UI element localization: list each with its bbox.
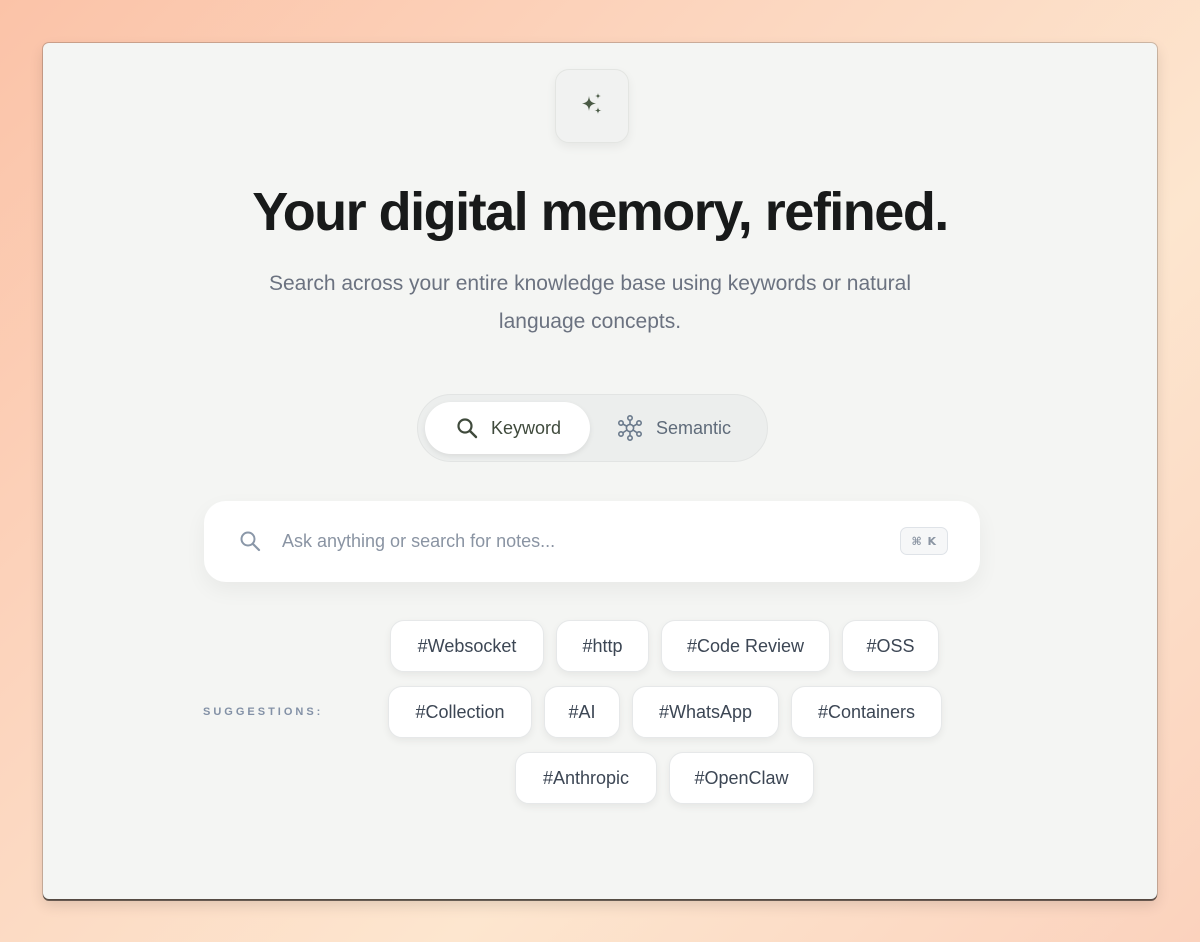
keyword-mode-button[interactable]: Keyword bbox=[425, 402, 590, 454]
suggestion-tag-ai[interactable]: #AI bbox=[544, 686, 620, 738]
page-subtitle: Search across your entire knowledge base… bbox=[268, 272, 911, 333]
semantic-mode-button[interactable]: Semantic bbox=[616, 402, 756, 454]
suggestion-tag-openclaw[interactable]: #OpenClaw bbox=[669, 752, 814, 804]
semantic-mode-label: Semantic bbox=[656, 417, 732, 438]
suggestion-tag-anthropic[interactable]: #Anthropic bbox=[515, 752, 657, 804]
suggestion-tag-code-review[interactable]: #Code Review bbox=[661, 620, 830, 672]
main-card: Your digital memory, refined. Search acr… bbox=[43, 43, 1157, 899]
suggestions-label: SUGGESTIONS: bbox=[203, 706, 324, 718]
search-bar: ⌘ K bbox=[204, 501, 980, 582]
keyboard-shortcut-badge: ⌘ K bbox=[900, 527, 948, 555]
suggestion-tag-whatsapp[interactable]: #WhatsApp bbox=[632, 686, 779, 738]
suggestion-tag-http[interactable]: #http bbox=[556, 620, 649, 672]
search-icon bbox=[457, 418, 478, 439]
hero-badge bbox=[555, 69, 629, 143]
suggestion-tag-websocket[interactable]: #Websocket bbox=[390, 620, 544, 672]
search-input[interactable] bbox=[282, 521, 882, 561]
suggestion-tag-containers[interactable]: #Containers bbox=[791, 686, 942, 738]
suggestion-tag-collection[interactable]: #Collection bbox=[388, 686, 532, 738]
search-mode-toggle: Keyword Semantic bbox=[417, 394, 768, 462]
page-title: Your digital memory, refined. bbox=[252, 182, 949, 242]
keyword-mode-label: Keyword bbox=[491, 417, 562, 438]
network-icon bbox=[617, 414, 642, 441]
search-icon bbox=[240, 531, 261, 552]
suggestion-tag-oss[interactable]: #OSS bbox=[842, 620, 939, 672]
sparkles-icon bbox=[582, 93, 602, 114]
